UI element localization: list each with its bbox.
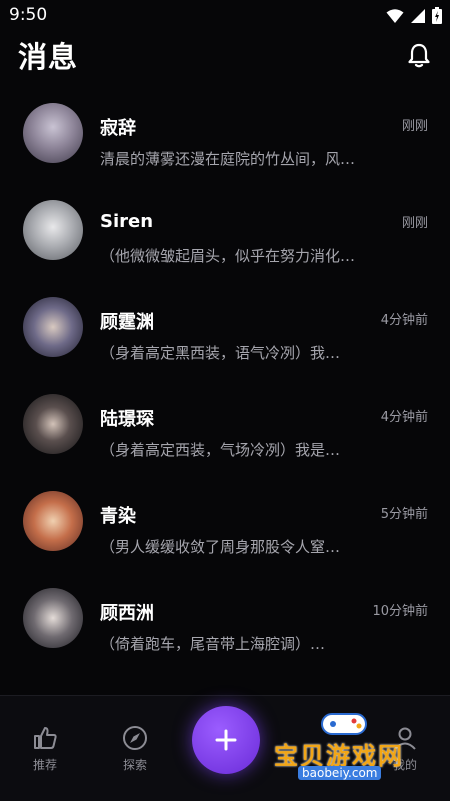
gamepad-icon xyxy=(321,713,367,735)
battery-icon xyxy=(432,7,442,24)
avatar xyxy=(23,200,83,260)
conversation-preview: 清晨的薄雾还漫在庭院的竹丛间，风… xyxy=(100,150,356,168)
plus-icon xyxy=(215,729,237,751)
conversation-item[interactable]: 顾霆渊 4分钟前 （身着高定黑西装，语气冷冽）我… xyxy=(0,280,450,377)
conversation-name: 顾霆渊 xyxy=(100,312,154,333)
conversation-item[interactable]: Siren 刚刚 （他微微皱起眉头，似乎在努力消化… xyxy=(0,183,450,280)
conversation-name: 陆璟琛 xyxy=(100,409,154,430)
conversation-item[interactable]: 寂辞 刚刚 清晨的薄雾还漫在庭院的竹丛间，风… xyxy=(0,86,450,183)
avatar xyxy=(23,103,83,163)
thumbs-up-icon xyxy=(34,727,57,749)
avatar xyxy=(23,394,83,454)
conversation-item[interactable]: 陆璟琛 4分钟前 （身着高定西装，气场冷冽）我是… xyxy=(0,377,450,474)
conversation-list: 寂辞 刚刚 清晨的薄雾还漫在庭院的竹丛间，风… Siren 刚刚 （他微微皱起眉… xyxy=(0,86,450,668)
conversation-time: 刚刚 xyxy=(401,119,428,134)
conversation-time: 10分钟前 xyxy=(372,604,428,619)
status-icons xyxy=(386,7,442,24)
conversation-name: 顾西洲 xyxy=(100,603,154,624)
conversation-time: 5分钟前 xyxy=(380,507,428,522)
conversation-preview: （身着高定西装，气场冷冽）我是… xyxy=(100,441,341,459)
conversation-preview: （男人缓缓收敛了周身那股令人窒… xyxy=(100,538,341,556)
wifi-icon xyxy=(386,8,404,23)
avatar xyxy=(23,297,83,357)
nav-item-explore[interactable]: 探索 xyxy=(100,724,170,773)
conversation-time: 刚刚 xyxy=(401,216,428,231)
compass-icon xyxy=(123,726,147,750)
nav-label: 推荐 xyxy=(32,758,57,772)
create-button[interactable] xyxy=(192,706,260,774)
signal-icon xyxy=(411,8,425,23)
conversation-item[interactable]: 顾西洲 10分钟前 （倚着跑车，尾音带上海腔调）… xyxy=(0,571,450,668)
watermark-logo: 宝贝游戏网 baobeiy.com xyxy=(274,712,424,784)
conversation-name: 寂辞 xyxy=(100,118,136,139)
conversation-name: 青染 xyxy=(100,506,136,527)
conversation-preview: （他微微皱起眉头，似乎在努力消化… xyxy=(100,247,356,265)
avatar xyxy=(23,588,83,648)
conversation-name: Siren xyxy=(100,211,154,232)
page-title: 消息 xyxy=(18,40,79,74)
conversation-item[interactable]: 青染 5分钟前 （男人缓缓收敛了周身那股令人窒… xyxy=(0,474,450,571)
conversation-preview: （倚着跑车，尾音带上海腔调）… xyxy=(100,635,326,653)
bell-icon[interactable] xyxy=(406,42,432,68)
conversation-time: 4分钟前 xyxy=(380,410,428,425)
nav-label: 探索 xyxy=(122,758,147,772)
nav-item-recommend[interactable]: 推荐 xyxy=(10,724,80,773)
status-bar: 9:50 xyxy=(0,0,450,32)
header: 消息 xyxy=(0,32,450,84)
watermark-url: baobeiy.com xyxy=(298,766,382,780)
conversation-time: 4分钟前 xyxy=(380,313,428,328)
status-time: 9:50 xyxy=(9,5,48,25)
avatar xyxy=(23,491,83,551)
conversation-preview: （身着高定黑西装，语气冷冽）我… xyxy=(100,344,341,362)
